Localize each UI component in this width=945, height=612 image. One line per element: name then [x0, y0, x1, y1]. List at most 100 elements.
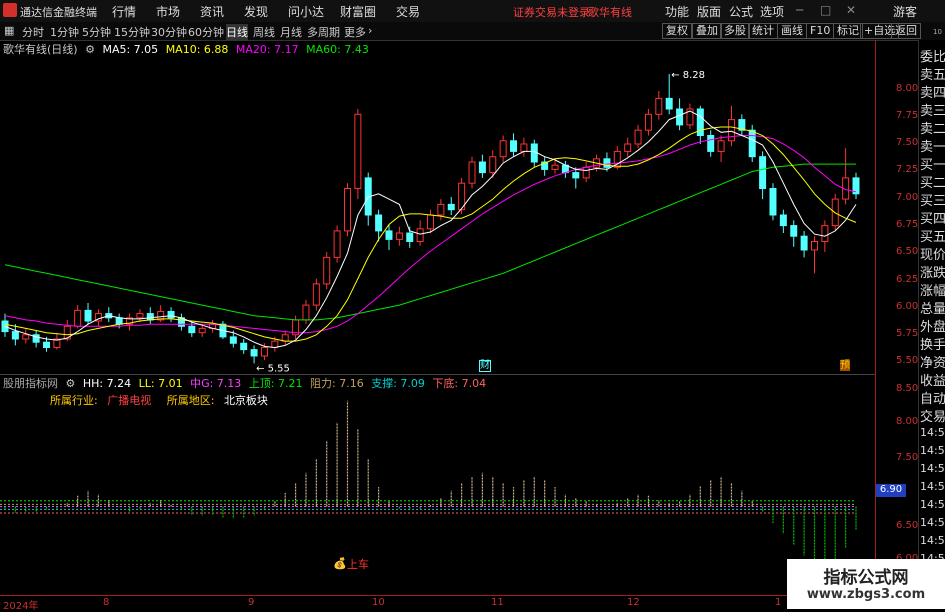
multi-stock-button[interactable]: 多股 [720, 23, 750, 39]
user-label[interactable]: 游客 [893, 3, 917, 20]
period-15min[interactable]: 15分钟 [114, 24, 150, 40]
ma60-line [4, 163, 856, 321]
candle-body [115, 317, 123, 325]
period-multi[interactable]: 多周期 [307, 24, 340, 40]
side-time: 14:56 [920, 498, 945, 511]
watermark-title: 指标公式网 [823, 568, 909, 588]
side-tab[interactable]: 卖一 [920, 136, 945, 155]
side-tab[interactable]: 买二 [920, 172, 945, 191]
ma5-value: MA5: 7.05 [102, 43, 159, 56]
chart-title[interactable]: 歌华有线(日线) [3, 43, 78, 56]
price-tick: 6.75 [896, 219, 919, 230]
ma10-line [4, 126, 857, 342]
indicator-settings-icon[interactable]: ⚙ [66, 377, 76, 390]
period-60min[interactable]: 60分钟 [188, 24, 224, 40]
period-weekly[interactable]: 周线 [253, 24, 275, 40]
candle-body [312, 283, 320, 306]
period-5min[interactable]: 5分钟 [82, 24, 111, 40]
forecast-marker[interactable]: 预 [840, 360, 850, 371]
overlay-button[interactable]: 叠加 [692, 23, 722, 39]
menu-discover[interactable]: 发现 [244, 3, 268, 20]
side-tab[interactable]: 涨幅 [920, 280, 945, 299]
period-more[interactable]: 更多 [344, 24, 366, 40]
side-tab[interactable]: 买五 [920, 226, 945, 245]
buy-signal-label: 上车 [347, 558, 369, 571]
menu-quotes[interactable]: 行情 [112, 3, 136, 20]
restore-icon[interactable]: □ [820, 3, 831, 17]
price-tick: 5.50 [896, 355, 919, 366]
date-label: 11 [491, 597, 504, 608]
side-tab[interactable]: 买四 [920, 208, 945, 227]
back-button[interactable]: 返回 [891, 23, 921, 39]
side-tab[interactable]: 自动 [920, 388, 945, 407]
chevron-right-icon[interactable]: › [368, 24, 372, 37]
side-tab[interactable]: 外盘 [920, 316, 945, 335]
login-status[interactable]: 证券交易未登录 [513, 4, 590, 20]
watermark: 指标公式网 www.zbgs3.com [787, 559, 945, 609]
menu-trade[interactable]: 交易 [396, 3, 420, 20]
candle-body [271, 340, 279, 349]
menu-layout[interactable]: 版面 [697, 3, 721, 20]
sub-tick: 7.50 [896, 452, 919, 463]
price-tick: 6.50 [896, 246, 919, 257]
candle-body [582, 166, 590, 179]
side-tab[interactable]: 收益 [920, 370, 945, 389]
indicator-chart[interactable] [0, 390, 875, 595]
side-tab[interactable]: 交易 [920, 406, 945, 425]
side-tab[interactable]: 换手 [920, 334, 945, 353]
side-time: 14:56 [920, 480, 945, 493]
candle-body [229, 336, 237, 344]
menu-news[interactable]: 资讯 [200, 3, 224, 20]
grid-icon[interactable]: ▦ [4, 24, 14, 37]
side-tab[interactable]: 卖四 [920, 82, 945, 101]
candle-body [624, 143, 632, 152]
side-tab[interactable]: 买一 [920, 154, 945, 173]
candlestick-chart[interactable]: ← 8.28 ← 5.55 [0, 56, 875, 374]
side-tab[interactable]: 委比 [920, 46, 945, 65]
menu-wealth[interactable]: 财富圈 [340, 3, 376, 20]
period-intraday[interactable]: 分时 [22, 24, 44, 40]
f10-button[interactable]: F10 [806, 23, 835, 39]
period-30min[interactable]: 30分钟 [151, 24, 187, 40]
ma-info-line: 歌华有线(日线) ⚙ MA5: 7.05 MA10: 6.88 MA20: 7.… [0, 41, 373, 56]
candle-body [634, 129, 642, 145]
side-tab[interactable]: 卖二 [920, 118, 945, 137]
side-tab[interactable]: 卖五 [920, 64, 945, 83]
financial-report-marker[interactable]: 财 [479, 360, 491, 372]
stats-button[interactable]: 统计 [748, 23, 778, 39]
candle-body [343, 188, 351, 232]
period-daily[interactable]: 日线 [226, 24, 248, 40]
minimize-icon[interactable]: ─ [796, 3, 803, 17]
side-tab[interactable]: 买三 [920, 190, 945, 209]
draw-line-button[interactable]: 画线 [777, 23, 807, 39]
period-monthly[interactable]: 月线 [280, 24, 302, 40]
close-icon[interactable]: ✕ [846, 3, 856, 17]
candle-body [302, 304, 310, 321]
adjust-button[interactable]: 复权 [662, 23, 692, 39]
candle-body [22, 334, 30, 340]
mark-button[interactable]: 标记 [833, 23, 863, 39]
ma10-value: MA10: 6.88 [165, 43, 229, 56]
settings-icon[interactable]: ⚙ [85, 43, 95, 56]
menu-formula[interactable]: 公式 [729, 3, 753, 20]
side-tab[interactable]: 总量 [920, 298, 945, 317]
indicator-name[interactable]: 股朋指标网 [3, 377, 58, 390]
candle-body [748, 129, 756, 158]
menu-function[interactable]: 功能 [665, 3, 689, 20]
menu-ask[interactable]: 问小达 [288, 3, 324, 20]
side-tab[interactable]: 现价 [920, 244, 945, 263]
menu-market[interactable]: 市场 [156, 3, 180, 20]
side-tab[interactable]: 涨跌 [920, 262, 945, 281]
period-1min[interactable]: 1分钟 [50, 24, 79, 40]
candle-body [437, 203, 445, 216]
side-time: 14:56 [920, 426, 945, 439]
menu-options[interactable]: 选项 [760, 3, 784, 20]
low-price-label: ← 5.55 [256, 363, 290, 374]
date-label: 8 [103, 597, 110, 608]
indicator-info-line: 股朋指标网 ⚙ HH: 7.24 LL: 7.01 中G: 7.13 上顶: 7… [0, 374, 875, 390]
menu-bar: 通达信金融终端 行情 市场 资讯 发现 问小达 财富圈 交易 证券交易未登录 歌… [0, 0, 945, 23]
side-tab[interactable]: 净资 [920, 352, 945, 371]
candle-body [447, 203, 455, 211]
side-tab[interactable]: 卖三 [920, 100, 945, 119]
candle-body [188, 325, 196, 334]
